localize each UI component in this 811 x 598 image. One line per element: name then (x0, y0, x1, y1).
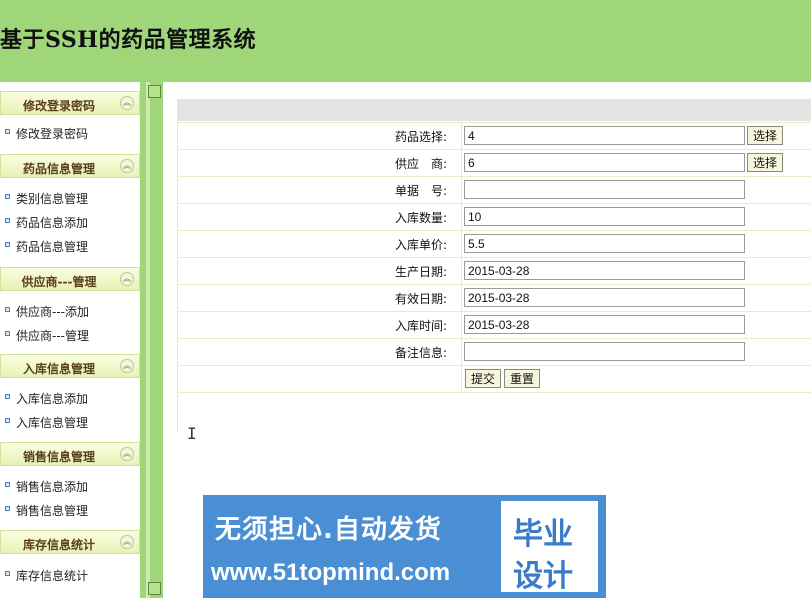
bullet-icon (5, 331, 10, 336)
sidebar-item-category[interactable]: 类别信息管理 (0, 186, 140, 208)
submit-button[interactable]: 提交 (465, 369, 502, 388)
menu-group-title: 销售信息管理 (22, 450, 95, 464)
bullet-icon (5, 418, 10, 423)
form-row-stockin-time: 入库时间: (177, 311, 811, 338)
sidebar-item-label: 入库信息添加 (16, 392, 89, 406)
sidebar-item-label: 供应商---添加 (16, 305, 89, 319)
field-label: 供应 商: (394, 157, 447, 171)
sidebar-item-change-password[interactable]: 修改登录密码 (0, 121, 140, 143)
sidebar-item-label: 修改登录密码 (16, 127, 89, 141)
bullet-icon (5, 242, 10, 247)
menu-group-drug[interactable]: 药品信息管理 ︽ (0, 154, 140, 178)
form-header-bar (177, 99, 811, 121)
expiry-date-field[interactable] (464, 288, 745, 307)
production-date-field[interactable] (464, 261, 745, 280)
sidebar-item-sales-manage[interactable]: 销售信息管理 (0, 498, 140, 520)
menu-group-title: 入库信息管理 (22, 362, 95, 376)
form-bottom-line (177, 392, 811, 394)
bullet-icon (5, 506, 10, 511)
text-cursor-icon: I (187, 424, 197, 443)
sidebar-item-label: 供应商---管理 (16, 329, 89, 343)
reset-button[interactable]: 重置 (504, 369, 541, 388)
sidebar-item-stockin-manage[interactable]: 入库信息管理 (0, 410, 140, 432)
sidebar-item-label: 入库信息管理 (16, 416, 89, 430)
sidebar-rail (140, 82, 163, 598)
collapse-icon[interactable]: ︽ (120, 535, 134, 549)
menu-group-inventory[interactable]: 库存信息统计 ︽ (0, 530, 140, 554)
rail-toggle-top[interactable] (148, 85, 161, 98)
watermark-badge-line2: 设计 (513, 559, 573, 594)
supplier-choose-button[interactable]: 选择 (747, 153, 784, 172)
sidebar-item-label: 销售信息添加 (16, 480, 89, 494)
watermark-badge-line1: 毕业 (513, 517, 573, 552)
bullet-icon (5, 482, 10, 487)
menu-group-title: 药品信息管理 (22, 162, 95, 176)
field-label: 单据 号: (394, 184, 447, 198)
menu-group-supplier[interactable]: 供应商---管理 ︽ (0, 267, 140, 291)
menu-group-password[interactable]: 修改登录密码 ︽ (0, 91, 140, 115)
field-label: 药品选择: (394, 130, 447, 144)
bullet-icon (5, 194, 10, 199)
bullet-icon (5, 394, 10, 399)
form-row-quantity: 入库数量: (177, 203, 811, 230)
sidebar-item-label: 药品信息添加 (16, 216, 89, 230)
remarks-field[interactable] (464, 342, 745, 361)
sidebar-item-inventory-stats[interactable]: 库存信息统计 (0, 563, 140, 585)
watermark-banner: 无须担心.自动发货 www.51topmind.com 毕业 设计 (203, 495, 606, 598)
drug-choose-button[interactable]: 选择 (747, 126, 784, 145)
field-label: 入库时间: (394, 319, 447, 333)
form-row-production-date: 生产日期: (177, 257, 811, 284)
receipt-number-field[interactable] (464, 180, 745, 199)
sidebar-item-stockin-add[interactable]: 入库信息添加 (0, 386, 140, 408)
sidebar-item-label: 销售信息管理 (16, 504, 89, 518)
bullet-icon (5, 571, 10, 576)
field-label: 备注信息: (394, 346, 447, 360)
sidebar-item-sales-add[interactable]: 销售信息添加 (0, 474, 140, 496)
collapse-icon[interactable]: ︽ (120, 159, 134, 173)
field-label: 入库数量: (394, 211, 447, 225)
sidebar-item-supplier-add[interactable]: 供应商---添加 (0, 299, 140, 321)
sidebar-item-drug-manage[interactable]: 药品信息管理 (0, 234, 140, 256)
watermark-badge: 毕业 设计 (501, 501, 598, 594)
quantity-field[interactable] (464, 207, 745, 226)
drug-select-field[interactable] (464, 126, 745, 145)
menu-group-title: 库存信息统计 (22, 538, 95, 552)
watermark-slogan: 无须担心.自动发货 (215, 515, 442, 545)
menu-group-stockin[interactable]: 入库信息管理 ︽ (0, 354, 140, 378)
sidebar-item-supplier-manage[interactable]: 供应商---管理 (0, 323, 140, 345)
form-row-remarks: 备注信息: (177, 338, 811, 365)
menu-group-sales[interactable]: 销售信息管理 ︽ (0, 442, 140, 466)
sidebar-item-label: 药品信息管理 (16, 240, 89, 254)
field-label: 有效日期: (394, 292, 447, 306)
supplier-field[interactable] (464, 153, 745, 172)
form-row-drug: 药品选择: 选择 (177, 122, 811, 149)
bullet-icon (5, 129, 10, 134)
bullet-icon (5, 307, 10, 312)
collapse-icon[interactable]: ︽ (120, 447, 134, 461)
form-row-unit-price: 入库单价: (177, 230, 811, 257)
field-label: 入库单价: (394, 238, 447, 252)
bullet-icon (5, 218, 10, 223)
sidebar: 修改登录密码 ︽ 修改登录密码 药品信息管理 ︽ 类别信息管理 药品信息添加 药… (0, 82, 163, 598)
collapse-icon[interactable]: ︽ (120, 272, 134, 286)
collapse-icon[interactable]: ︽ (120, 96, 134, 110)
sidebar-item-label: 类别信息管理 (16, 192, 89, 206)
form-row-receipt: 单据 号: (177, 176, 811, 203)
sidebar-item-label: 库存信息统计 (16, 569, 89, 583)
form-row-expiry-date: 有效日期: (177, 284, 811, 311)
sidebar-item-drug-add[interactable]: 药品信息添加 (0, 210, 140, 232)
stockin-time-field[interactable] (464, 315, 745, 334)
rail-toggle-bottom[interactable] (148, 582, 161, 595)
field-label: 生产日期: (394, 265, 447, 279)
unit-price-field[interactable] (464, 234, 745, 253)
form-row-actions: 提交 重置 (177, 365, 811, 392)
watermark-url: www.51topmind.com (211, 559, 451, 586)
menu-group-title: 供应商---管理 (21, 275, 97, 289)
form-row-supplier: 供应 商: 选择 (177, 149, 811, 176)
menu-group-title: 修改登录密码 (22, 99, 95, 113)
page-header: 基于SSH的药品管理系统 (0, 0, 811, 82)
sidebar-rail-inner (146, 82, 150, 598)
collapse-icon[interactable]: ︽ (120, 359, 134, 373)
app-title: 基于SSH的药品管理系统 (0, 27, 257, 53)
